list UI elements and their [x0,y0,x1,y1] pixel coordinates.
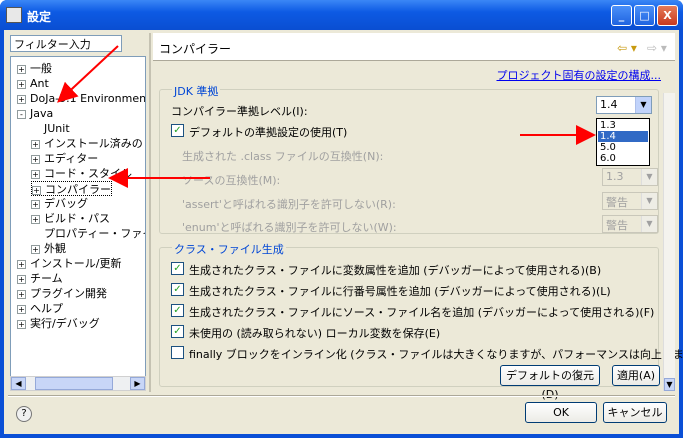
jdk-compliance-group: JDK 準拠 コンパイラー準拠レベル(I): ✓ デフォルトの準拠設定の使用(T… [159,83,659,234]
expand-icon[interactable]: + [31,244,40,254]
dropdown-option[interactable]: 6.0 [598,153,648,164]
page-header: コンパイラー ⇦ ▾ ⇨ ▾ [153,33,675,61]
tree-item-run-debug[interactable]: + 実行/デバッグ [17,316,100,331]
filter-input[interactable] [10,35,122,52]
page-vertical-scrollbar[interactable]: ▼ [663,93,675,391]
back-icon[interactable]: ⇦ ▾ [617,41,637,55]
tree-item-code-style[interactable]: + コード・スタイル [31,166,132,181]
expand-icon[interactable]: + [17,319,26,329]
help-icon[interactable]: ? [16,406,32,422]
source-compat-combo: 1.3 ▼ [602,168,658,186]
title-bar[interactable]: 設定 _ □ X [0,0,683,30]
enum-identifier-label: 'enum'と呼ばれる識別子を許可しない(W): [182,221,397,234]
generated-class-compat-label: 生成された .class ファイルの互換性(N): [182,150,384,163]
expand-icon[interactable]: + [17,289,26,299]
assert-identifier-label: 'assert'と呼ばれる識別子を許可しない(R): [182,198,396,211]
tree-item-appearance[interactable]: + 外観 [31,241,66,256]
expand-icon[interactable]: + [17,274,26,284]
minimize-button[interactable]: _ [611,5,632,26]
inline-finally-label: finally ブロックをインライン化 (クラス・ファイルは大きくなりますが、パ… [189,348,683,361]
add-variable-attr-checkbox[interactable]: ✓ [171,262,184,275]
tree-item-installed-jre[interactable]: + インストール済みの J [31,136,145,151]
tree-horizontal-scrollbar[interactable]: ◀ ▶ [10,376,146,391]
preferences-window: 設定 _ □ X +一般 +Ant +DoJa-5.1 Environment … [0,0,683,438]
scroll-right-icon[interactable]: ▶ [130,377,145,390]
expand-icon[interactable]: + [31,199,40,209]
page-title: コンパイラー [159,42,232,56]
compiler-page: コンパイラー ⇦ ▾ ⇨ ▾ プロジェクト固有の設定の構成... JDK 準拠 … [153,33,683,393]
maximize-button[interactable]: □ [634,5,655,26]
dropdown-option[interactable]: 5.0 [598,142,648,153]
tree-item-doja[interactable]: + DoJa-5.1 Environment [17,91,145,106]
use-default-checkbox[interactable]: ✓ [171,124,184,137]
project-settings-link[interactable]: プロジェクト固有の設定の構成... [497,67,662,83]
expand-icon[interactable]: + [17,79,26,89]
tree-item-ant[interactable]: + Ant [17,76,49,91]
expand-icon[interactable]: + [31,154,40,164]
tree-item-plugin-dev[interactable]: + プラグイン開発 [17,286,107,301]
expand-icon[interactable]: + [32,185,41,195]
chevron-down-icon: ▼ [641,193,657,209]
cancel-button[interactable]: キャンセル [603,402,667,423]
dialog-body: +一般 +Ant +DoJa-5.1 Environment -Java JUn… [4,30,683,434]
apply-button[interactable]: 適用(A) [612,365,660,386]
compliance-level-dropdown[interactable]: 1.3 1.4 5.0 6.0 [596,118,650,166]
use-default-label: デフォルトの準拠設定の使用(T) [189,126,348,139]
tree-item-help[interactable]: + ヘルプ [17,301,63,316]
chevron-down-icon: ▼ [641,169,657,185]
tree-item-editor[interactable]: + エディター [31,151,98,166]
collapse-icon[interactable]: - [17,109,26,119]
inline-finally-checkbox[interactable] [171,346,184,359]
compliance-level-combo[interactable]: 1.4 ▼ [596,96,652,114]
window-icon [6,7,22,23]
add-source-name-label: 生成されたクラス・ファイルにソース・ファイル名を追加 (デバッガーによって使用さ… [189,306,655,319]
tree-item-team[interactable]: + チーム [17,271,63,286]
source-compat-label: ソースの互換性(M): [182,174,281,187]
jdk-group-label: JDK 準拠 [172,83,221,99]
chevron-down-icon: ▼ [641,216,657,232]
expand-icon[interactable]: + [17,94,26,104]
scroll-down-icon[interactable]: ▼ [664,378,675,391]
pane-divider[interactable] [149,33,151,392]
button-separator [8,395,675,397]
expand-icon[interactable]: + [17,64,26,74]
add-variable-attr-label: 生成されたクラス・ファイルに変数属性を追加 (デバッガーによって使用される)(B… [189,264,602,277]
expand-icon[interactable]: + [31,169,40,179]
preference-tree[interactable]: + 一般 + Ant + DoJa-5.1 Environment - Java JUn… [10,56,146,391]
scroll-left-icon[interactable]: ◀ [11,377,26,390]
preserve-unused-locals-checkbox[interactable]: ✓ [171,325,184,338]
enum-severity-combo: 警告 ▼ [602,215,658,233]
tree-item-general[interactable]: + 一般 [17,61,52,76]
tree-item-install-update[interactable]: + インストール/更新 [17,256,122,271]
add-source-name-checkbox[interactable]: ✓ [171,304,184,317]
dropdown-option-selected[interactable]: 1.4 [598,131,648,142]
add-line-number-checkbox[interactable]: ✓ [171,283,184,296]
close-button[interactable]: X [657,5,678,26]
tree-item-java[interactable]: - Java [17,106,53,121]
classgen-group-label: クラス・ファイル生成 [172,241,286,257]
expand-icon[interactable]: + [31,214,40,224]
tree-item-build-path[interactable]: + ビルド・パス [31,211,110,226]
chevron-down-icon[interactable]: ▼ [635,97,651,113]
tree-item-debug[interactable]: + デバッグ [31,196,88,211]
tree-item-junit[interactable]: JUnit [44,121,70,136]
window-title: 設定 [27,10,52,24]
compliance-level-label: コンパイラー準拠レベル(I): [171,105,308,118]
forward-icon[interactable]: ⇨ ▾ [647,41,667,55]
ok-button[interactable]: OK [525,402,597,423]
tree-item-properties-file[interactable]: プロパティー・ファイル・ [44,226,145,241]
expand-icon[interactable]: + [31,139,40,149]
assert-severity-combo: 警告 ▼ [602,192,658,210]
tree-item-compiler[interactable]: + コンパイラー [31,181,112,196]
scroll-thumb[interactable] [35,377,113,390]
expand-icon[interactable]: + [17,259,26,269]
dropdown-option[interactable]: 1.3 [598,120,648,131]
preserve-unused-locals-label: 未使用の (読み取られない) ローカル変数を保存(E) [189,327,441,340]
expand-icon[interactable]: + [17,304,26,314]
restore-defaults-button[interactable]: デフォルトの復元(D) [500,365,600,401]
add-line-number-label: 生成されたクラス・ファイルに行番号属性を追加 (デバッガーによって使用される)(… [189,285,611,298]
